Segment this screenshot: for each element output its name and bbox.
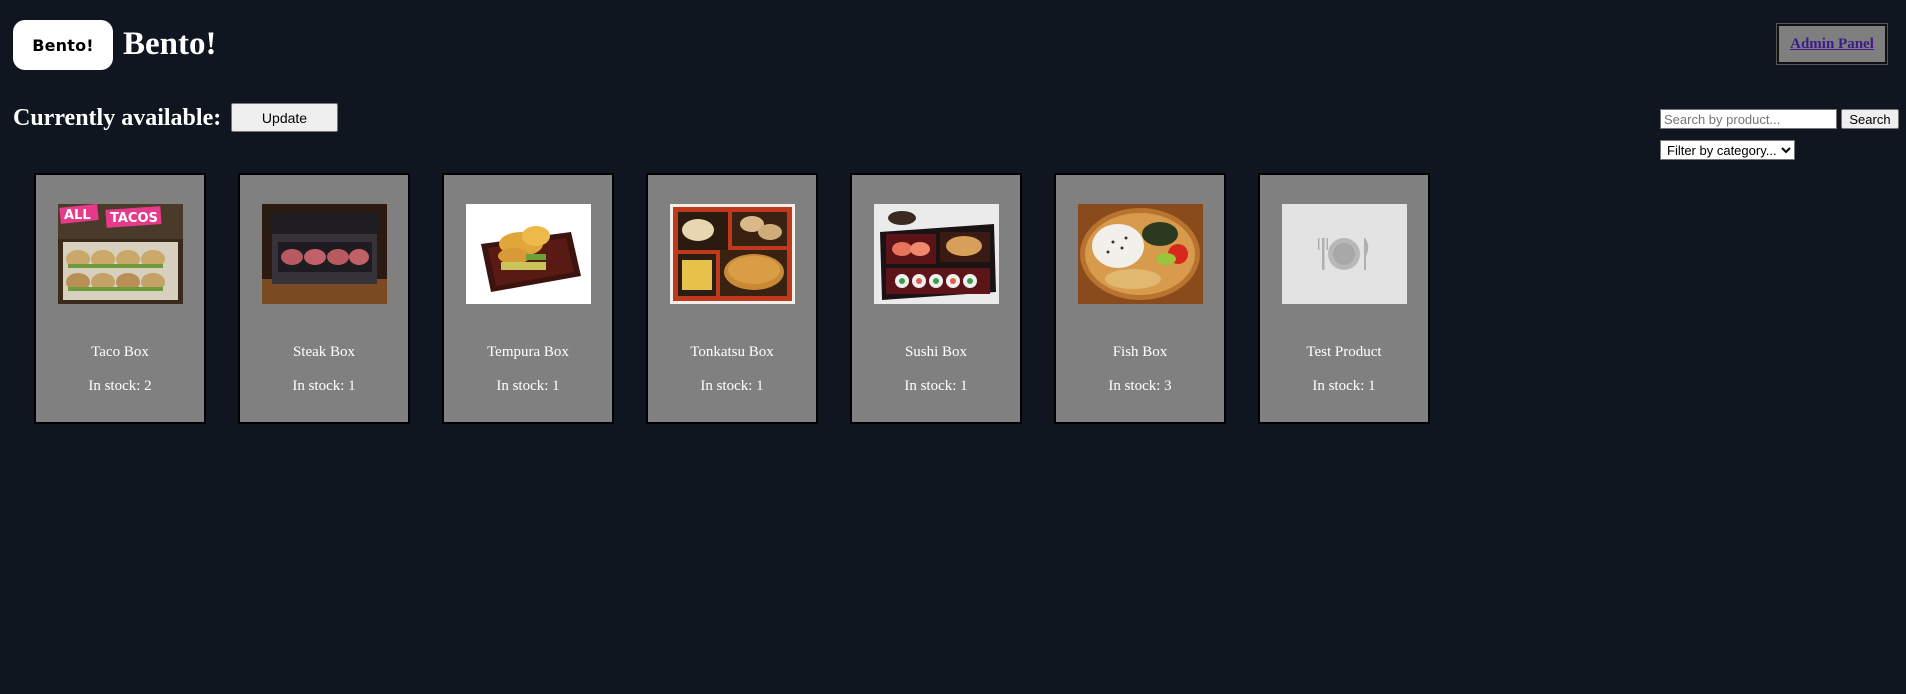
- product-name: Fish Box: [1112, 344, 1168, 360]
- product-name: Tempura Box: [487, 344, 569, 360]
- logo[interactable]: Bento!: [13, 20, 113, 70]
- product-card[interactable]: Fish Box In stock: 3: [1054, 173, 1226, 424]
- product-card[interactable]: ALL TACOS Taco Box In stock: 2: [34, 173, 206, 424]
- steak-box-image: [262, 204, 387, 304]
- product-card[interactable]: Steak Box In stock: 1: [238, 173, 410, 424]
- product-card[interactable]: Test Product In stock: 1: [1258, 173, 1430, 424]
- taco-box-image: ALL TACOS: [58, 204, 183, 304]
- category-filter-select[interactable]: Filter by category...: [1660, 140, 1795, 160]
- search-button[interactable]: Search: [1841, 109, 1899, 129]
- product-stock: In stock: 1: [904, 378, 968, 394]
- product-stock: In stock: 2: [88, 378, 152, 394]
- product-name: Steak Box: [292, 344, 356, 360]
- placeholder-plate-icon: [1282, 204, 1407, 304]
- product-name: Taco Box: [91, 344, 149, 360]
- product-name: Test Product: [1306, 344, 1382, 360]
- site-title: Bento!: [123, 26, 217, 62]
- product-card[interactable]: Tempura Box In stock: 1: [442, 173, 614, 424]
- tempura-box-image: [466, 204, 591, 304]
- product-stock: In stock: 1: [496, 378, 560, 394]
- fish-box-image: [1078, 204, 1203, 304]
- svg-text:TACOS: TACOS: [110, 211, 158, 226]
- admin-panel-link[interactable]: Admin Panel: [1790, 36, 1874, 53]
- product-card[interactable]: Tonkatsu Box In stock: 1: [646, 173, 818, 424]
- update-button[interactable]: Update: [231, 103, 338, 132]
- tonkatsu-box-image: [670, 204, 795, 304]
- sushi-box-image: [874, 204, 999, 304]
- product-stock: In stock: 3: [1108, 378, 1172, 394]
- product-stock: In stock: 1: [700, 378, 764, 394]
- product-name: Sushi Box: [904, 344, 968, 360]
- product-stock: In stock: 1: [292, 378, 356, 394]
- section-title: Currently available:: [13, 105, 222, 131]
- product-card[interactable]: Sushi Box In stock: 1: [850, 173, 1022, 424]
- svg-text:ALL: ALL: [64, 208, 91, 223]
- product-name: Tonkatsu Box: [690, 344, 774, 360]
- site-header: Bento! Bento! Admin Panel: [0, 0, 1906, 90]
- product-stock: In stock: 1: [1312, 378, 1376, 394]
- admin-panel-button[interactable]: Admin Panel: [1776, 23, 1888, 65]
- search-input[interactable]: [1660, 109, 1837, 129]
